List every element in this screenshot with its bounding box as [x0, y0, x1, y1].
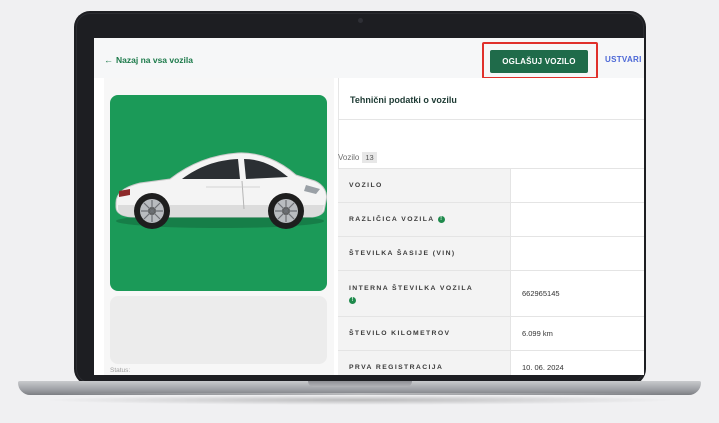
spec-key: ŠTEVILO KILOMETROV	[338, 317, 510, 350]
vehicle-image-card	[110, 95, 327, 291]
vehicle-count-label: Vozilo	[338, 153, 360, 162]
spec-row-internal-number: INTERNA ŠTEVILKA VOZILA ! 662965145	[338, 270, 644, 316]
car-image	[115, 152, 327, 229]
spec-row-vehicle: VOZILO	[338, 168, 644, 202]
panel-title: Tehnični podatki o vozilu	[350, 95, 457, 105]
camera-icon	[358, 18, 363, 23]
spec-value: 10. 06. 2024	[510, 351, 644, 375]
spec-value	[510, 203, 644, 236]
spec-row-vin: ŠTEVILKA ŠASIJE (VIN)	[338, 236, 644, 270]
laptop-mockup: ← Nazaj na vsa vozila OGLAŠUJ VOZILO UST…	[0, 0, 719, 423]
info-icon[interactable]: !	[437, 216, 445, 223]
laptop-screen: ← Nazaj na vsa vozila OGLAŠUJ VOZILO UST…	[94, 38, 644, 375]
laptop-shadow	[40, 395, 680, 405]
spec-value: 6.099 km	[510, 317, 644, 350]
vehicle-count-badge: 13	[362, 152, 377, 163]
vehicle-count: Vozilo 13	[338, 152, 377, 163]
back-link-label: Nazaj na vsa vozila	[116, 55, 194, 65]
spec-key-label: INTERNA ŠTEVILKA VOZILA	[349, 284, 474, 292]
spec-key: INTERNA ŠTEVILKA VOZILA !	[338, 271, 510, 316]
info-icon[interactable]: !	[349, 296, 356, 304]
spec-key-label: VOZILO	[349, 182, 383, 189]
spec-value: 662965145	[510, 271, 644, 316]
spec-key-label: ŠTEVILO KILOMETROV	[349, 330, 451, 337]
spec-table: VOZILO RAZLIČICA VOZILA ! ŠTEVILKA ŠASIJ…	[338, 168, 644, 375]
arrow-left-icon: ←	[104, 55, 113, 65]
spec-key-label: ŠTEVILKA ŠASIJE (VIN)	[349, 250, 456, 257]
spec-key: PRVA REGISTRACIJA	[338, 351, 510, 375]
spec-value	[510, 237, 644, 270]
spec-row-variant: RAZLIČICA VOZILA !	[338, 202, 644, 236]
spec-key-label: PRVA REGISTRACIJA	[349, 364, 444, 371]
spec-key: ŠTEVILKA ŠASIJE (VIN)	[338, 237, 510, 270]
spec-key-wrap: INTERNA ŠTEVILKA VOZILA !	[349, 283, 473, 305]
advertise-vehicle-button[interactable]: OGLAŠUJ VOZILO	[490, 50, 588, 73]
spec-key-label: RAZLIČICA VOZILA	[349, 216, 435, 223]
spec-value	[510, 169, 644, 202]
laptop-base-notch	[308, 381, 412, 387]
spec-row-first-registration: PRVA REGISTRACIJA 10. 06. 2024	[338, 350, 644, 375]
spec-row-mileage: ŠTEVILO KILOMETROV 6.099 km	[338, 316, 644, 350]
spec-key: RAZLIČICA VOZILA !	[338, 203, 510, 236]
vehicle-info-placeholder	[110, 296, 327, 364]
status-label: Status:	[110, 367, 131, 374]
spec-key: VOZILO	[338, 169, 510, 202]
back-to-vehicles-link[interactable]: ← Nazaj na vsa vozila	[104, 55, 193, 65]
create-button[interactable]: USTVARI	[605, 55, 642, 64]
